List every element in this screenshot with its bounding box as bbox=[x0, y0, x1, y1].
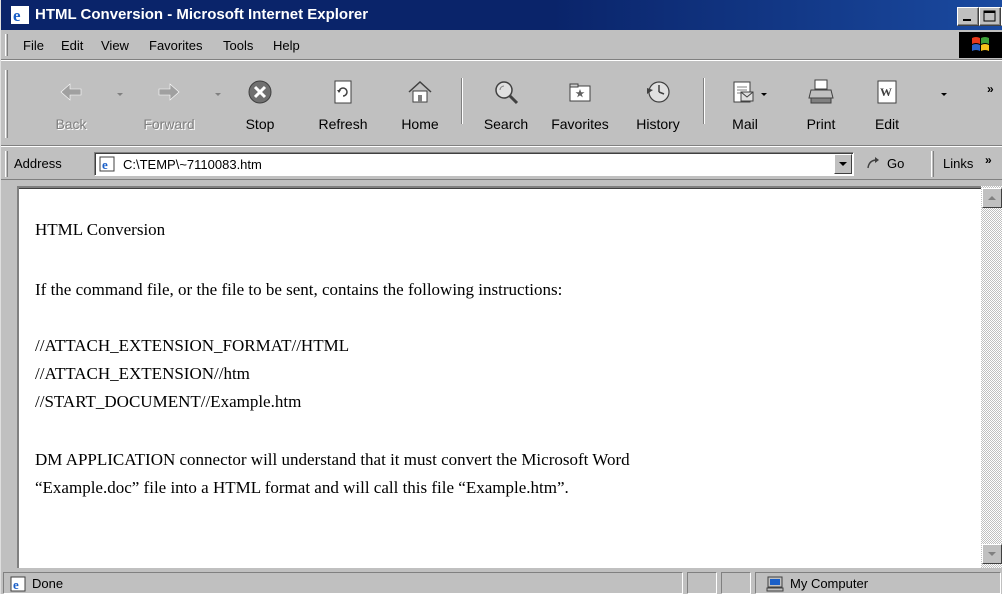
menu-favorites[interactable]: Favorites bbox=[149, 38, 202, 53]
standard-toolbar: Back Forward Stop Refresh Home Search Fa… bbox=[1, 62, 1002, 146]
address-dropdown-button[interactable] bbox=[834, 154, 852, 174]
menu-bar: File Edit View Favorites Tools Help bbox=[1, 30, 1002, 61]
title-bar[interactable]: e HTML Conversion - Microsoft Internet E… bbox=[1, 0, 1002, 30]
status-text: Done bbox=[32, 576, 64, 591]
doc-paragraph: “Example.doc” file into a HTML format an… bbox=[35, 478, 569, 497]
menu-tools[interactable]: Tools bbox=[223, 38, 253, 53]
back-label: Back bbox=[55, 116, 87, 132]
minimize-icon bbox=[963, 19, 971, 21]
maximize-button[interactable] bbox=[979, 7, 1001, 26]
address-input[interactable] bbox=[123, 157, 813, 172]
refresh-label: Refresh bbox=[318, 116, 368, 132]
windows-logo bbox=[959, 32, 1002, 58]
search-label: Search bbox=[483, 116, 529, 132]
doc-code-line: //START_DOCUMENT//Example.htm bbox=[35, 392, 302, 411]
forward-dropdown[interactable] bbox=[215, 93, 221, 96]
forward-button[interactable]: Forward bbox=[135, 78, 203, 138]
back-arrow-icon bbox=[60, 83, 82, 101]
edit-label: Edit bbox=[874, 116, 900, 132]
history-label: History bbox=[636, 116, 680, 132]
menu-grip[interactable] bbox=[5, 34, 8, 56]
back-button[interactable]: Back bbox=[41, 78, 101, 138]
edit-button[interactable]: W Edit bbox=[863, 78, 911, 138]
forward-label: Forward bbox=[143, 116, 195, 132]
go-label: Go bbox=[887, 156, 905, 171]
links-chevron[interactable]: » bbox=[985, 153, 992, 167]
doc-heading: HTML Conversion bbox=[35, 220, 166, 239]
go-arrow-icon bbox=[867, 157, 879, 169]
address-bar: Address e Go Links » bbox=[1, 146, 1002, 180]
word-edit-icon: W bbox=[877, 80, 897, 104]
history-button[interactable]: History bbox=[625, 78, 691, 138]
scroll-down-button[interactable] bbox=[982, 544, 1002, 564]
links-grip[interactable] bbox=[931, 151, 934, 177]
print-icon bbox=[808, 79, 834, 104]
address-field[interactable]: e bbox=[94, 152, 854, 176]
toolbar-separator bbox=[703, 78, 705, 124]
history-icon bbox=[647, 81, 670, 103]
maximize-icon bbox=[983, 10, 996, 22]
home-button[interactable]: Home bbox=[393, 78, 447, 138]
page-icon: e bbox=[99, 156, 115, 172]
status-panel-progress bbox=[687, 572, 717, 594]
doc-code-line: //ATTACH_EXTENSION_FORMAT//HTML bbox=[35, 336, 350, 355]
print-label: Print bbox=[806, 116, 836, 132]
edit-dropdown[interactable] bbox=[941, 93, 947, 96]
stop-label: Stop bbox=[245, 116, 275, 132]
browser-window: e HTML Conversion - Microsoft Internet E… bbox=[0, 0, 1002, 594]
refresh-button[interactable]: Refresh bbox=[307, 78, 379, 138]
zone-text: My Computer bbox=[790, 576, 869, 591]
mail-label: Mail bbox=[732, 116, 758, 132]
svg-text:e: e bbox=[13, 6, 21, 24]
go-button[interactable]: Go bbox=[865, 154, 915, 174]
page-done-icon: e bbox=[10, 576, 26, 592]
forward-arrow-icon bbox=[158, 83, 180, 101]
vertical-scrollbar[interactable] bbox=[981, 186, 1002, 568]
back-dropdown[interactable] bbox=[117, 93, 123, 96]
menu-view[interactable]: View bbox=[101, 38, 129, 53]
favorites-button[interactable]: Favorites bbox=[543, 78, 617, 138]
mail-button[interactable]: Mail bbox=[717, 78, 773, 138]
favorites-label: Favorites bbox=[551, 116, 609, 132]
ie-logo-icon: e bbox=[11, 6, 29, 24]
toolbar-grip[interactable] bbox=[5, 70, 8, 138]
stop-icon bbox=[248, 80, 272, 104]
links-label[interactable]: Links bbox=[943, 156, 973, 171]
mail-dropdown[interactable] bbox=[761, 93, 767, 96]
status-panel: e Done bbox=[3, 572, 683, 594]
toolbar-separator bbox=[461, 78, 463, 124]
doc-paragraph: DM APPLICATION connector will understand… bbox=[35, 450, 630, 469]
toolbar-chevron[interactable]: » bbox=[987, 82, 994, 96]
page-content: HTML Conversion If the command file, or … bbox=[17, 186, 981, 568]
mail-icon bbox=[733, 81, 754, 103]
windows-flag-icon bbox=[972, 37, 989, 51]
svg-text:e: e bbox=[13, 577, 19, 592]
scroll-up-button[interactable] bbox=[982, 188, 1002, 208]
doc-code-line: //ATTACH_EXTENSION//htm bbox=[35, 364, 250, 383]
zone-panel: My Computer bbox=[755, 572, 1001, 594]
home-label: Home bbox=[401, 116, 439, 132]
menu-help[interactable]: Help bbox=[273, 38, 300, 53]
refresh-icon bbox=[334, 80, 352, 104]
menu-edit[interactable]: Edit bbox=[61, 38, 83, 53]
favorites-icon bbox=[569, 83, 591, 102]
doc-paragraph: If the command file, or the file to be s… bbox=[35, 280, 563, 299]
svg-text:e: e bbox=[102, 157, 108, 172]
search-icon bbox=[495, 81, 519, 105]
address-label: Address bbox=[14, 156, 62, 171]
search-button[interactable]: Search bbox=[475, 78, 537, 138]
minimize-button[interactable] bbox=[957, 7, 979, 26]
status-panel-security bbox=[721, 572, 751, 594]
address-grip[interactable] bbox=[5, 151, 8, 177]
status-bar: e Done My Computer bbox=[1, 570, 1002, 594]
print-button[interactable]: Print bbox=[793, 78, 849, 138]
menu-file[interactable]: File bbox=[23, 38, 44, 53]
svg-text:W: W bbox=[880, 85, 892, 99]
window-title: HTML Conversion - Microsoft Internet Exp… bbox=[35, 6, 369, 23]
home-icon bbox=[408, 80, 432, 103]
my-computer-icon bbox=[766, 576, 784, 592]
stop-button[interactable]: Stop bbox=[233, 78, 287, 138]
